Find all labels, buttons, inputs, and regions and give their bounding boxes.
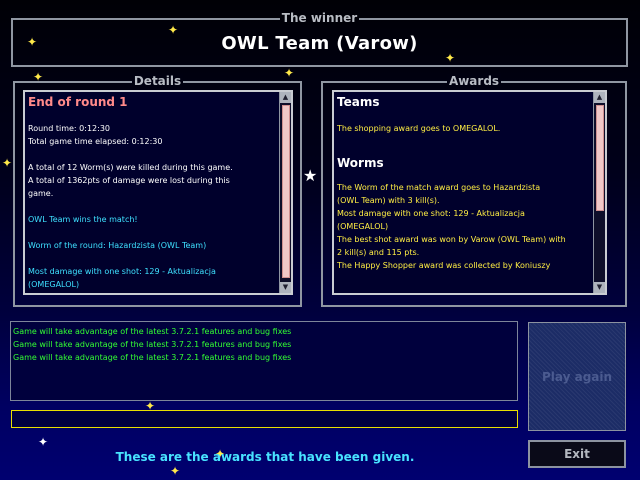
- awards-panel: Awards Teams The shopping award goes to …: [321, 74, 627, 307]
- text-line: Round time: 0:12:30: [28, 124, 111, 133]
- details-scrollbar[interactable]: ▲ ▼: [279, 92, 291, 293]
- winner-panel: The winner OWL Team (Varow): [11, 11, 628, 67]
- details-panel-title: Details: [131, 74, 184, 88]
- star-icon: ✦: [170, 464, 181, 478]
- exit-button[interactable]: Exit: [528, 440, 626, 468]
- scroll-up-arrow-icon[interactable]: ▲: [594, 92, 605, 103]
- text-line: Game will take advantage of the latest 3…: [13, 353, 292, 362]
- text-line: Most damage with one shot: 129 - Aktuali…: [337, 209, 525, 218]
- text-line: A total of 12 Worm(s) were killed during…: [28, 163, 233, 172]
- chat-input[interactable]: [11, 410, 518, 428]
- worms-lines: The Worm of the match award goes to Haza…: [337, 181, 593, 272]
- scroll-down-arrow-icon[interactable]: ▼: [280, 282, 291, 293]
- status-message: These are the awards that have been give…: [115, 450, 415, 464]
- text-line: Game will take advantage of the latest 3…: [13, 327, 292, 336]
- awards-panel-title: Awards: [446, 74, 502, 88]
- details-lines: Round time: 0:12:30 Total game time elaps…: [28, 122, 279, 291]
- text-line: The shopping award goes to OMEGALOL.: [337, 124, 501, 133]
- star-icon: ✦: [2, 156, 13, 170]
- round-heading: End of round 1: [28, 95, 128, 109]
- teams-lines: The shopping award goes to OMEGALOL.: [337, 122, 593, 135]
- details-panel: Details End of round 1 Round time: 0:12:…: [13, 74, 302, 307]
- awards-scrollbar[interactable]: ▲ ▼: [593, 92, 605, 293]
- scroll-thumb[interactable]: [282, 105, 290, 278]
- text-line: 2 kill(s) and 115 pts.: [337, 248, 420, 257]
- star-icon: ★: [303, 166, 318, 185]
- details-text-box[interactable]: End of round 1 Round time: 0:12:30 Total …: [23, 90, 293, 295]
- text-line: [28, 226, 279, 239]
- text-line: The best shot award was won by Varow (OW…: [337, 235, 566, 244]
- text-line: (OMEGALOL): [337, 222, 389, 231]
- text-line: Game will take advantage of the latest 3…: [13, 340, 292, 349]
- chat-lines: Game will take advantage of the latest 3…: [13, 325, 291, 364]
- text-line: The Happy Shopper award was collected by…: [337, 261, 551, 270]
- play-again-button[interactable]: Play again: [528, 322, 626, 431]
- text-line: Most damage with one shot: 129 - Aktuali…: [28, 267, 216, 276]
- details-content: End of round 1 Round time: 0:12:30 Total …: [28, 94, 279, 291]
- star-icon: ✦: [38, 435, 49, 449]
- text-line: Total game time elapsed: 0:12:30: [28, 137, 163, 146]
- text-line: (OWL Team) with 3 kill(s).: [337, 196, 440, 205]
- text-line: [28, 200, 279, 213]
- worms-heading: Worms: [337, 156, 384, 170]
- awards-content: Teams The shopping award goes to OMEGALO…: [337, 94, 593, 272]
- teams-heading: Teams: [337, 95, 380, 109]
- text-line: OWL Team wins the match!: [28, 215, 138, 224]
- text-line: game.: [28, 189, 54, 198]
- chat-log[interactable]: Game will take advantage of the latest 3…: [10, 321, 518, 401]
- scroll-up-arrow-icon[interactable]: ▲: [280, 92, 291, 103]
- scroll-down-arrow-icon[interactable]: ▼: [594, 282, 605, 293]
- winner-panel-title: The winner: [279, 11, 360, 25]
- awards-text-box[interactable]: Teams The shopping award goes to OMEGALO…: [332, 90, 607, 295]
- text-line: A total of 1362pts of damage were lost d…: [28, 176, 230, 185]
- winner-name: OWL Team (Varow): [221, 33, 418, 54]
- text-line: [28, 252, 279, 265]
- text-line: Worm of the round: Hazardzista (OWL Team…: [28, 241, 207, 250]
- text-line: (OMEGALOL): [28, 280, 80, 289]
- text-line: [28, 148, 279, 161]
- text-line: The Worm of the match award goes to Haza…: [337, 183, 541, 192]
- scroll-thumb[interactable]: [596, 105, 604, 211]
